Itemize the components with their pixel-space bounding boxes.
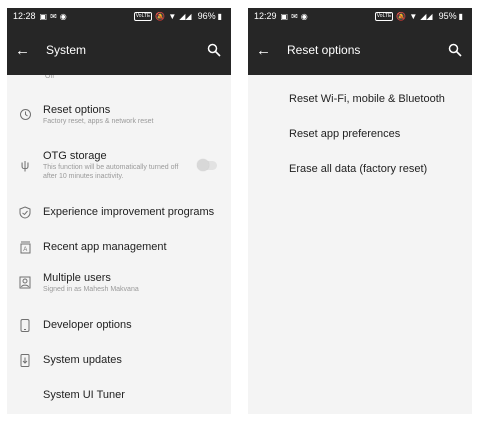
list-item-otg-storage[interactable]: ψ OTG storage This function will be auto… bbox=[7, 149, 231, 181]
item-label: Recent app management bbox=[43, 241, 167, 253]
volte-badge: VoLTE bbox=[374, 12, 394, 21]
image-notification-icon: ▣ bbox=[39, 12, 48, 21]
list-item-experience-improvement[interactable]: Experience improvement programs bbox=[7, 205, 231, 219]
item-label: Experience improvement programs bbox=[43, 206, 215, 218]
search-icon[interactable] bbox=[448, 43, 462, 57]
svg-text:A: A bbox=[23, 247, 27, 253]
person-icon bbox=[7, 276, 43, 289]
mute-icon: 🔕 bbox=[396, 12, 407, 21]
status-time: 12:28 bbox=[13, 11, 36, 21]
status-bar: 12:29 ▣ ✉ ◉ VoLTE 🔕 ▼ ◢◢ 95% ▮ bbox=[248, 8, 472, 25]
list-item-multiple-users[interactable]: Multiple users Signed in as Mahesh Makva… bbox=[7, 271, 231, 294]
list-item-recent-app-management[interactable]: A Recent app management bbox=[7, 240, 231, 254]
right-phone-screen: 12:29 ▣ ✉ ◉ VoLTE 🔕 ▼ ◢◢ 95% ▮ ← Reset o… bbox=[248, 8, 472, 414]
wifi-icon: ▼ bbox=[409, 12, 418, 21]
item-label: OTG storage bbox=[43, 150, 107, 162]
item-label: System updates bbox=[43, 354, 122, 366]
list-item-reset-options[interactable]: Reset options Factory reset, apps & netw… bbox=[7, 103, 231, 126]
list-item-system-ui-tuner[interactable]: System UI Tuner bbox=[7, 388, 231, 402]
toggle-knob bbox=[197, 158, 209, 171]
otg-toggle[interactable] bbox=[197, 158, 217, 171]
battery-percent: 96% bbox=[197, 11, 216, 21]
settings-list: Off Reset options Factory reset, apps & … bbox=[7, 75, 231, 401]
wifi-icon: ▼ bbox=[168, 12, 177, 21]
phone-icon bbox=[7, 318, 43, 332]
signal-icon: ◢◢ bbox=[179, 12, 192, 21]
signal-icon: ◢◢ bbox=[420, 12, 433, 21]
app-bar: ← System bbox=[7, 25, 231, 75]
image-notification-icon: ▣ bbox=[280, 12, 289, 21]
search-icon[interactable] bbox=[207, 43, 221, 57]
mute-icon: 🔕 bbox=[155, 12, 166, 21]
status-time: 12:29 bbox=[254, 11, 277, 21]
battery-icon: ▮ bbox=[458, 12, 463, 21]
volte-badge: VoLTE bbox=[133, 12, 153, 21]
list-item-developer-options[interactable]: Developer options bbox=[7, 318, 231, 332]
system-update-icon bbox=[7, 353, 43, 367]
chrome-notification-icon: ◉ bbox=[59, 12, 67, 21]
arrow-left-icon[interactable]: ← bbox=[15, 42, 37, 59]
item-subtitle: Signed in as Mahesh Makvana bbox=[43, 286, 139, 293]
battery-icon: ▮ bbox=[217, 12, 222, 21]
page-title: Reset options bbox=[287, 43, 361, 57]
item-label: Reset options bbox=[43, 104, 111, 116]
list-item-reset-network[interactable]: Reset Wi-Fi, mobile & Bluetooth bbox=[289, 93, 445, 105]
message-notification-icon: ✉ bbox=[50, 12, 57, 21]
arrow-left-icon[interactable]: ← bbox=[256, 42, 278, 59]
item-label: Developer options bbox=[43, 319, 132, 331]
recent-apps-icon: A bbox=[7, 241, 43, 254]
shield-icon bbox=[7, 205, 43, 219]
history-icon bbox=[7, 108, 43, 121]
item-label: Multiple users bbox=[43, 272, 111, 284]
item-subtitle: This function will be automatically turn… bbox=[43, 164, 179, 180]
page-title: System bbox=[46, 43, 87, 57]
item-label: System UI Tuner bbox=[43, 389, 125, 401]
battery-percent: 95% bbox=[438, 11, 457, 21]
list-item-system-updates[interactable]: System updates bbox=[7, 353, 231, 367]
list-item-reset-app-preferences[interactable]: Reset app preferences bbox=[289, 128, 400, 140]
chrome-notification-icon: ◉ bbox=[300, 12, 308, 21]
message-notification-icon: ✉ bbox=[291, 12, 298, 21]
clipped-text: Off bbox=[45, 75, 55, 80]
item-subtitle: Factory reset, apps & network reset bbox=[43, 118, 154, 125]
usb-icon: ψ bbox=[20, 158, 30, 172]
app-bar: ← Reset options bbox=[248, 25, 472, 75]
left-phone-screen: 12:28 ▣ ✉ ◉ VoLTE 🔕 ▼ ◢◢ 96% ▮ ← System … bbox=[7, 8, 231, 414]
status-bar: 12:28 ▣ ✉ ◉ VoLTE 🔕 ▼ ◢◢ 96% ▮ bbox=[7, 8, 231, 25]
list-item-factory-reset[interactable]: Erase all data (factory reset) bbox=[289, 163, 427, 175]
